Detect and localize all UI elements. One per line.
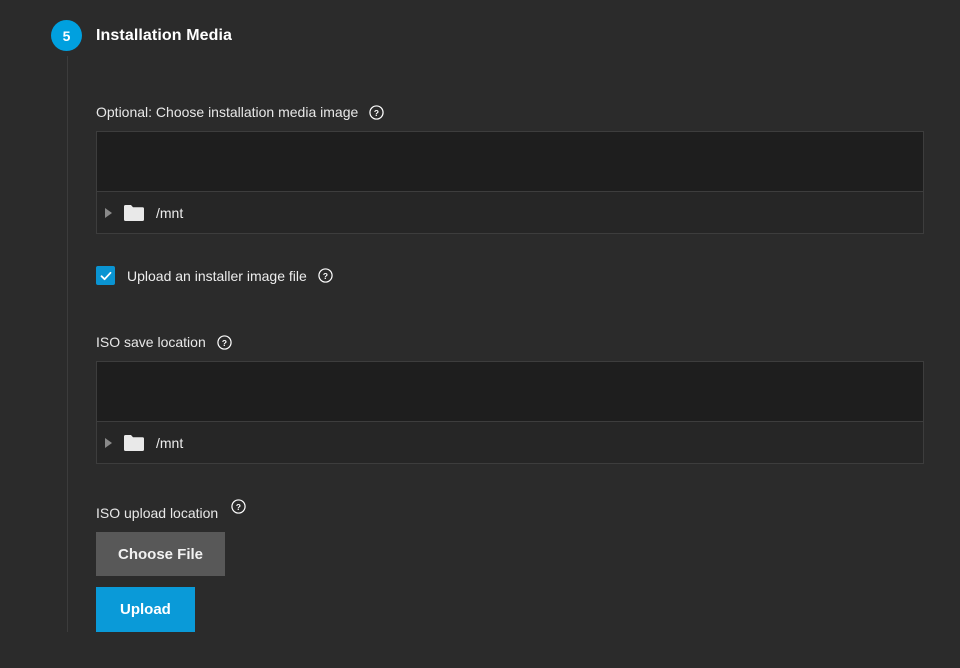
iso-upload-location-label: ISO upload location ?: [96, 499, 924, 522]
installation-media-step: 5 Installation Media Optional: Choose in…: [0, 0, 960, 632]
help-circle-icon[interactable]: ?: [231, 499, 246, 514]
iso-save-location-label-text: ISO save location: [96, 334, 206, 350]
step-header: 5 Installation Media: [0, 0, 960, 51]
upload-installer-checkbox-row[interactable]: Upload an installer image file ?: [96, 266, 924, 285]
step-connector-line: [67, 56, 68, 632]
installation-media-input[interactable]: [97, 132, 923, 192]
svg-text:?: ?: [222, 337, 227, 347]
tree-row[interactable]: /mnt: [97, 422, 923, 463]
iso-save-location-input[interactable]: [97, 362, 923, 422]
svg-text:?: ?: [374, 107, 379, 117]
tree-row[interactable]: /mnt: [97, 192, 923, 233]
installation-media-label-text: Optional: Choose installation media imag…: [96, 104, 359, 120]
installation-media-tree-list: /mnt: [97, 192, 923, 233]
step-number-badge: 5: [51, 20, 82, 51]
step-body: Optional: Choose installation media imag…: [0, 51, 960, 632]
iso-save-location-label: ISO save location ?: [96, 333, 924, 351]
installation-media-label: Optional: Choose installation media imag…: [96, 103, 924, 121]
iso-upload-location-label-text: ISO upload location: [96, 505, 219, 521]
help-circle-icon[interactable]: ?: [217, 334, 232, 350]
tree-row-label: /mnt: [156, 434, 184, 451]
svg-text:?: ?: [236, 502, 241, 512]
upload-installer-checkbox-label: Upload an installer image file: [127, 267, 307, 284]
page-title: Installation Media: [96, 26, 233, 44]
help-circle-icon[interactable]: ?: [318, 268, 333, 283]
tree-row-label: /mnt: [156, 204, 184, 221]
installation-media-tree-picker[interactable]: /mnt: [96, 131, 924, 234]
upload-installer-checkbox[interactable]: [96, 266, 115, 285]
choose-file-button[interactable]: Choose File: [96, 532, 226, 576]
upload-button[interactable]: Upload: [96, 587, 195, 632]
caret-right-icon[interactable]: [105, 437, 112, 448]
iso-save-location-tree-picker[interactable]: /mnt: [96, 361, 924, 464]
iso-save-location-tree-list: /mnt: [97, 422, 923, 463]
folder-icon: [123, 434, 145, 452]
help-circle-icon[interactable]: ?: [369, 104, 384, 120]
caret-right-icon[interactable]: [105, 207, 112, 218]
svg-text:?: ?: [323, 271, 328, 281]
folder-icon: [123, 204, 145, 222]
